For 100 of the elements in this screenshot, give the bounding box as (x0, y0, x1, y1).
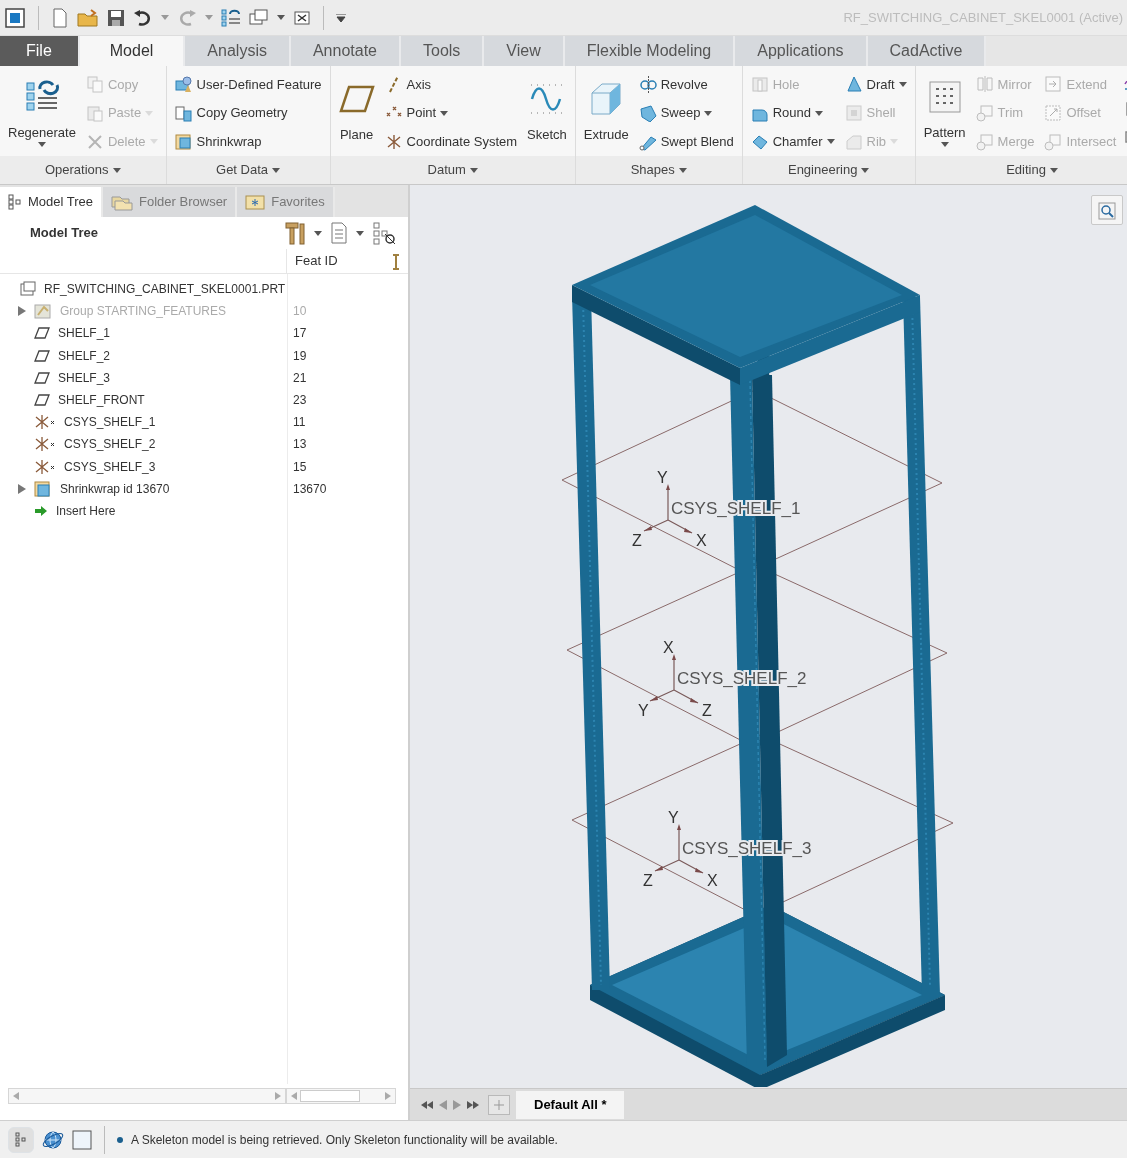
ribbon-group-label[interactable]: Shapes (575, 156, 742, 184)
caret-icon (826, 139, 835, 145)
axis-label: Y (638, 702, 649, 719)
ribbon-tab[interactable]: CadActive (867, 36, 987, 66)
square-icon[interactable] (72, 1129, 92, 1150)
ribbon-group-label[interactable]: Operations (0, 156, 166, 184)
scroll-left-icon[interactable] (13, 1092, 19, 1100)
ribbon-group-label[interactable]: Get Data (166, 156, 330, 184)
feat-id-cell-text: 19 (293, 347, 307, 365)
ribbon-button[interactable]: User-Defined Feature (172, 70, 324, 99)
status-message: A Skeleton model is being retrieved. Only Skeleton functionality will be available. (131, 1131, 558, 1149)
ribbon-tab[interactable]: Tools (401, 36, 485, 66)
column-resize-icon (392, 253, 400, 270)
open-folder-icon[interactable] (77, 7, 99, 28)
ribbon-button[interactable]: Sketch (525, 70, 569, 156)
tree-item[interactable]: SHELF_3 (58, 368, 111, 387)
axis-label: Z (702, 702, 712, 719)
feat-id-cell-text: 15 (293, 458, 307, 476)
tree-item[interactable]: RF_SWITCHING_CABINET_SKEL0001.PRT (44, 280, 286, 299)
display-state-tab[interactable]: Default All * (516, 1090, 625, 1119)
tools-icon[interactable] (284, 221, 306, 245)
scroll-left-icon[interactable] (291, 1092, 297, 1100)
ribbon-button[interactable]: Round (748, 98, 837, 128)
feat-id-cell-text: 13 (293, 436, 307, 454)
double-left-arrow-icon (421, 1101, 433, 1110)
tree-item[interactable]: SHELF_FRONT (58, 391, 145, 410)
save-icon[interactable] (107, 8, 125, 27)
scroll-right-icon[interactable] (275, 1092, 281, 1100)
tree-item[interactable]: CSYS_SHELF_1 (64, 413, 156, 432)
ribbon-button[interactable]: Axis (382, 70, 520, 99)
ribbon-button[interactable]: Pattern (921, 70, 968, 156)
axis-label: X (707, 872, 718, 889)
customize-toolbar-icon[interactable] (336, 13, 346, 22)
axis-label: X (663, 639, 674, 656)
tree-item[interactable]: SHELF_1 (58, 324, 111, 343)
caret-icon (205, 15, 213, 20)
ribbon-tab[interactable]: Analysis (185, 36, 291, 66)
mirror-icon (975, 75, 994, 94)
horizontal-scrollbar[interactable] (8, 1088, 286, 1104)
caret-icon (272, 167, 281, 173)
paste-icon (85, 104, 104, 122)
globe-icon[interactable] (42, 1128, 64, 1151)
ribbon-group-label[interactable]: Datum (330, 156, 575, 184)
scroll-right-icon[interactable] (384, 1092, 391, 1100)
ribbon-button[interactable]: Swept Blend (636, 127, 736, 156)
ribbon-button[interactable]: Copy Geometry (172, 98, 324, 128)
hole-icon (750, 75, 769, 94)
ribbon-button[interactable]: Shrinkwrap (172, 127, 324, 156)
app-window-icon[interactable] (4, 6, 26, 29)
ribbon-button[interactable]: Regenerate (6, 70, 78, 156)
caret-icon (112, 167, 121, 173)
redo-icon[interactable] (177, 8, 197, 27)
new-file-icon[interactable] (51, 7, 69, 28)
undo-icon[interactable] (133, 8, 153, 27)
ribbon-tab[interactable]: Flexible Modeling (564, 36, 736, 66)
tree-item[interactable]: SHELF_2 (58, 346, 111, 365)
column-header[interactable]: Feat ID (287, 251, 338, 271)
ribbon-tab[interactable]: Applications (735, 36, 868, 66)
ribbon-tab[interactable]: View (484, 36, 565, 66)
close-windows-icon[interactable] (293, 8, 311, 27)
ribbon-button[interactable]: Draft (842, 70, 909, 99)
group-icon (34, 302, 52, 321)
panel-tab[interactable]: Model Tree (0, 187, 104, 217)
tree-item[interactable]: Shrinkwrap id 13670 (60, 479, 170, 498)
ribbon-group-label[interactable]: Engineering (742, 156, 915, 184)
axis-label: X (696, 532, 707, 549)
shell-icon (844, 104, 863, 122)
ribbon-button[interactable]: Coordinate System (382, 127, 520, 156)
tree-filter-icon[interactable] (372, 221, 396, 245)
zoom-button[interactable] (1091, 195, 1123, 225)
parallelogram-icon (34, 349, 50, 362)
axis-label: Y (668, 809, 679, 826)
tree-item[interactable]: CSYS_SHELF_2 (64, 435, 156, 454)
copy-icon (85, 75, 104, 94)
regenerate-icon[interactable] (221, 7, 241, 28)
ribbon-button[interactable]: Extrude (581, 70, 631, 156)
ribbon-button[interactable]: Plane (336, 70, 377, 156)
copy-geometry-icon (174, 104, 193, 122)
merge-icon (975, 132, 994, 151)
caret-icon (898, 81, 907, 87)
horizontal-scrollbar[interactable] (286, 1088, 396, 1104)
draft-icon (844, 75, 863, 94)
ribbon-tab[interactable]: Annotate (290, 36, 401, 66)
ribbon-button[interactable]: Revolve (636, 70, 736, 99)
ribbon-tab[interactable]: File (0, 36, 80, 66)
caret-icon (704, 110, 713, 116)
ribbon-tab[interactable]: Model (79, 36, 186, 66)
tree-item[interactable]: CSYS_SHELF_3 (64, 457, 156, 476)
ribbon-button[interactable]: Chamfer (748, 127, 837, 156)
expand-arrow-icon[interactable] (18, 483, 26, 494)
tree-item[interactable]: Insert Here (56, 501, 116, 520)
axis-label: Z (643, 872, 653, 889)
ribbon-group-label[interactable]: Editing (915, 156, 1127, 184)
left-arrow-icon (439, 1100, 447, 1111)
windows-icon[interactable] (249, 7, 269, 28)
tree-toggle-button[interactable] (8, 1126, 34, 1153)
feat-id-cell-text: 10 (293, 303, 307, 321)
ribbon-button[interactable]: Sweep (636, 98, 736, 128)
feature-icon (174, 75, 193, 94)
ribbon-button[interactable]: Point (382, 98, 520, 128)
